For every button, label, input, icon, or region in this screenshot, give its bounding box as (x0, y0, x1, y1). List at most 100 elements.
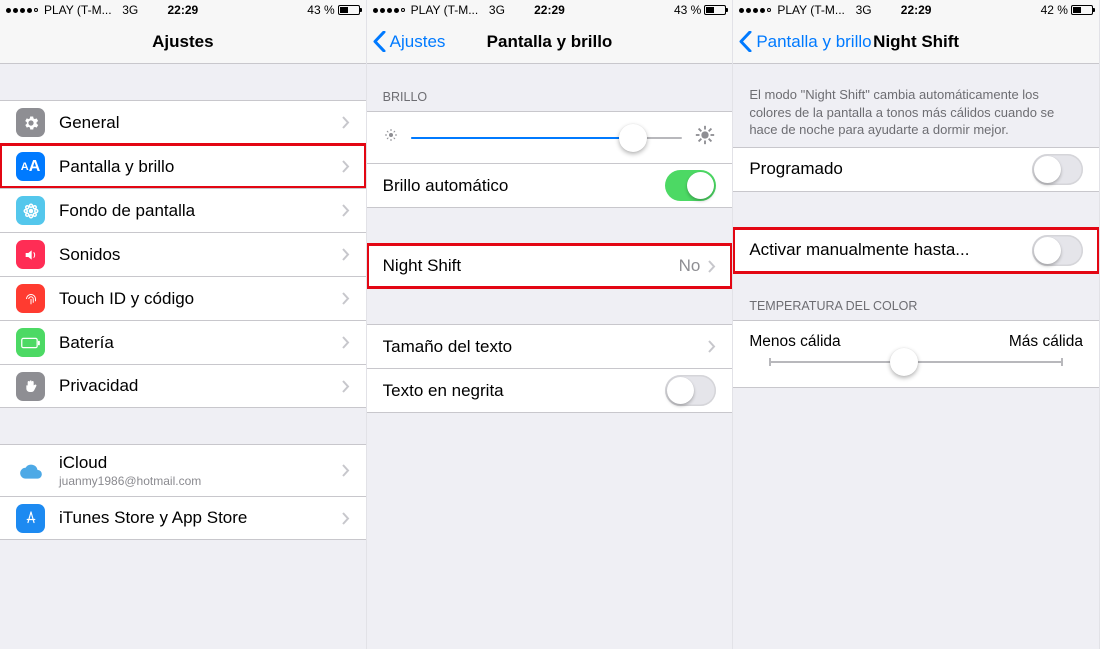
network-label: 3G (122, 3, 138, 17)
carrier-label: PLAY (T-M... (411, 3, 479, 17)
chevron-right-icon (342, 204, 350, 217)
chevron-right-icon (342, 160, 350, 173)
gear-icon (16, 108, 45, 137)
row-label: Batería (59, 333, 342, 353)
network-label: 3G (856, 3, 872, 17)
brightness-slider[interactable] (367, 111, 733, 163)
row-battery[interactable]: Batería (0, 320, 366, 364)
status-bar: PLAY (T-M... 3G 22:29 43 % (0, 0, 366, 20)
battery-icon (338, 5, 360, 15)
row-label: Touch ID y código (59, 289, 342, 309)
chevron-right-icon (342, 116, 350, 129)
battery-icon (704, 5, 726, 15)
screen-display-brightness: PLAY (T-M... 3G 22:29 43 % Ajustes Panta… (367, 0, 734, 649)
color-temperature-slider[interactable]: Menos cálida Más cálida (733, 320, 1099, 388)
row-general[interactable]: General (0, 100, 366, 144)
section-header-temperature: TEMPERATURA DEL COLOR (733, 273, 1099, 320)
auto-brightness-toggle[interactable] (665, 170, 716, 201)
row-sublabel: juanmy1986@hotmail.com (59, 474, 201, 488)
chevron-right-icon (342, 380, 350, 393)
speaker-icon (16, 240, 45, 269)
page-title: Night Shift (873, 32, 959, 52)
row-scheduled[interactable]: Programado (733, 147, 1099, 192)
row-label: Privacidad (59, 376, 342, 396)
row-sounds[interactable]: Sonidos (0, 232, 366, 276)
row-wallpaper[interactable]: Fondo de pantalla (0, 188, 366, 232)
sun-large-icon (694, 124, 716, 151)
row-icloud[interactable]: iCloud juanmy1986@hotmail.com (0, 444, 366, 496)
row-label: Brillo automático (383, 176, 666, 196)
row-label: Fondo de pantalla (59, 201, 342, 221)
row-value: No (679, 256, 701, 276)
signal-dots-icon (739, 8, 771, 13)
nav-bar: Ajustes Pantalla y brillo (367, 20, 733, 64)
row-label: Sonidos (59, 245, 342, 265)
clock-label: 22:29 (167, 3, 198, 17)
row-touchid[interactable]: Touch ID y código (0, 276, 366, 320)
battery-icon (1071, 5, 1093, 15)
scheduled-toggle[interactable] (1032, 154, 1083, 185)
carrier-label: PLAY (T-M... (44, 3, 112, 17)
cloud-icon (16, 456, 45, 485)
text-size-icon: AA (16, 152, 45, 181)
fingerprint-icon (16, 284, 45, 313)
row-label: Programado (749, 159, 1032, 179)
slider-thumb[interactable] (619, 124, 647, 152)
row-label: Tamaño del texto (383, 337, 709, 357)
screen-settings: PLAY (T-M... 3G 22:29 43 % Ajustes Gener… (0, 0, 367, 649)
page-title: Ajustes (152, 32, 213, 52)
appstore-icon (16, 504, 45, 533)
back-label: Pantalla y brillo (756, 32, 871, 52)
chevron-right-icon (708, 340, 716, 353)
chevron-right-icon (708, 260, 716, 273)
status-bar: PLAY (T-M... 3G 22:29 43 % (367, 0, 733, 20)
chevron-right-icon (342, 464, 350, 477)
signal-dots-icon (373, 8, 405, 13)
row-label: Pantalla y brillo (59, 157, 342, 177)
back-label: Ajustes (390, 32, 446, 52)
carrier-label: PLAY (T-M... (777, 3, 845, 17)
more-warm-label: Más cálida (1009, 333, 1083, 351)
row-night-shift[interactable]: Night Shift No (367, 244, 733, 288)
chevron-right-icon (342, 248, 350, 261)
nav-bar: Ajustes (0, 20, 366, 64)
back-button[interactable]: Ajustes (373, 20, 446, 63)
battery-pct-label: 43 % (307, 3, 334, 17)
nav-bar: Pantalla y brillo Night Shift (733, 20, 1099, 64)
row-label: iTunes Store y App Store (59, 508, 342, 528)
row-auto-brightness[interactable]: Brillo automático (367, 163, 733, 208)
battery-icon (16, 328, 45, 357)
clock-label: 22:29 (534, 3, 565, 17)
back-button[interactable]: Pantalla y brillo (739, 20, 871, 63)
signal-dots-icon (6, 8, 38, 13)
row-label: General (59, 113, 342, 133)
status-bar: PLAY (T-M... 3G 22:29 42 % (733, 0, 1099, 20)
sun-small-icon (383, 127, 399, 148)
row-bold-text[interactable]: Texto en negrita (367, 368, 733, 413)
night-shift-description: El modo "Night Shift" cambia automáticam… (733, 64, 1099, 147)
clock-label: 22:29 (901, 3, 932, 17)
slider-fill (411, 137, 634, 139)
row-label: Activar manualmente hasta... (749, 240, 1032, 260)
section-header-brightness: BRILLO (367, 64, 733, 111)
chevron-right-icon (342, 292, 350, 305)
bold-text-toggle[interactable] (665, 375, 716, 406)
manual-enable-toggle[interactable] (1032, 235, 1083, 266)
chevron-right-icon (342, 336, 350, 349)
chevron-right-icon (342, 512, 350, 525)
screen-night-shift: PLAY (T-M... 3G 22:29 42 % Pantalla y br… (733, 0, 1100, 649)
row-display-brightness[interactable]: AA Pantalla y brillo (0, 144, 366, 188)
row-label: Texto en negrita (383, 381, 666, 401)
row-privacy[interactable]: Privacidad (0, 364, 366, 408)
row-itunes[interactable]: iTunes Store y App Store (0, 496, 366, 540)
temperature-thumb[interactable] (890, 348, 918, 376)
row-manual-enable[interactable]: Activar manualmente hasta... (733, 228, 1099, 273)
page-title: Pantalla y brillo (487, 32, 613, 52)
hand-icon (16, 372, 45, 401)
row-label: Night Shift (383, 256, 679, 276)
row-label: iCloud (59, 453, 201, 473)
network-label: 3G (489, 3, 505, 17)
row-text-size[interactable]: Tamaño del texto (367, 324, 733, 368)
flower-icon (16, 196, 45, 225)
less-warm-label: Menos cálida (749, 333, 840, 351)
